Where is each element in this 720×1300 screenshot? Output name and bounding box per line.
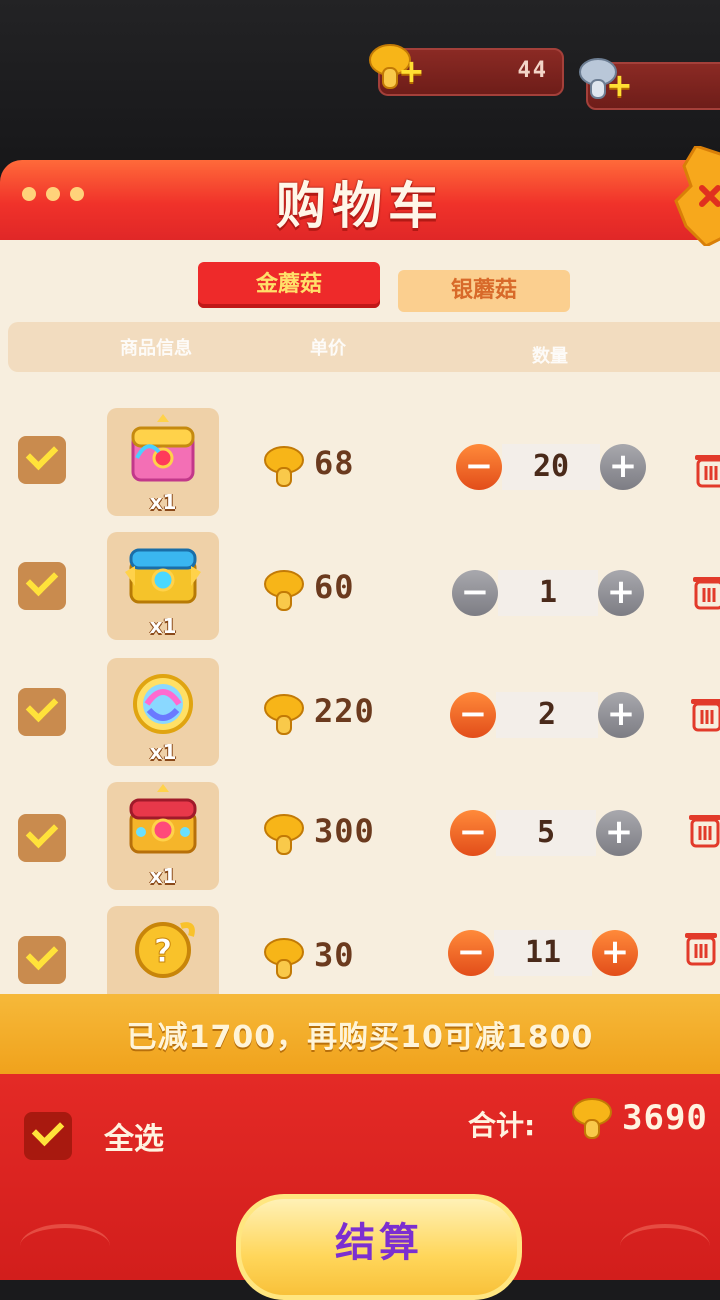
mystery-coin-icon: ? — [135, 922, 195, 978]
increase-button[interactable]: + — [592, 930, 638, 976]
gold-mushroom-icon — [572, 1098, 612, 1139]
decrease-button[interactable]: − — [450, 810, 496, 856]
close-icon[interactable] — [666, 146, 720, 246]
checkout-button[interactable]: 结算 — [236, 1194, 522, 1300]
increase-button[interactable]: + — [598, 692, 644, 738]
item-thumbnail: x1 — [107, 658, 219, 766]
discount-banner: 已减1700，再购买10可减1800 — [0, 994, 720, 1074]
quantity-stepper: − 11 + — [448, 930, 638, 976]
quantity-value[interactable]: 20 — [502, 444, 600, 490]
item-checkbox[interactable] — [18, 814, 66, 862]
decrease-button[interactable]: − — [448, 930, 494, 976]
gold-mushroom-icon — [264, 694, 304, 735]
pink-treasure-chest-icon — [131, 414, 195, 482]
item-checkbox[interactable] — [18, 936, 66, 984]
ruby-gold-chest-icon — [129, 784, 197, 854]
column-qty-label: 数量 — [532, 346, 568, 367]
item-thumbnail: x1 — [107, 408, 219, 516]
gold-blue-chest-icon — [125, 548, 201, 604]
add-gold-button[interactable]: + — [398, 55, 425, 87]
page-title: 购物车 — [276, 177, 444, 235]
gold-mushroom-icon — [264, 570, 304, 611]
wave-decoration — [620, 1224, 710, 1268]
panel-header: 购物车 — [0, 160, 720, 240]
rainbow-orb-icon — [133, 674, 193, 734]
cart-item-row: x1 68 − 20 + — [0, 406, 720, 516]
trash-icon[interactable] — [688, 810, 720, 848]
item-price: 30 — [314, 936, 355, 974]
column-info-label: 商品信息 — [120, 338, 192, 359]
quantity-value[interactable]: 2 — [496, 692, 598, 738]
gold-mushroom-icon — [264, 814, 304, 855]
checkout-label: 结算 — [335, 1220, 423, 1266]
item-checkbox[interactable] — [18, 562, 66, 610]
gold-currency-value: 44 — [517, 58, 548, 83]
gold-mushroom-icon — [264, 938, 304, 979]
item-thumbnail: x1 — [107, 532, 219, 640]
increase-button[interactable]: + — [596, 810, 642, 856]
quantity-value[interactable]: 11 — [494, 930, 592, 976]
tab-gold-mushroom[interactable]: 金蘑菇 — [198, 262, 380, 308]
total-value: 3690 — [622, 1098, 708, 1138]
select-all-label[interactable]: 全选 — [104, 1114, 164, 1158]
decrease-button[interactable]: − — [456, 444, 502, 490]
quantity-value[interactable]: 5 — [496, 810, 596, 856]
column-header: 商品信息 单价 数量 — [8, 322, 720, 372]
select-all-checkbox[interactable] — [24, 1112, 72, 1160]
cart-item-row: ? 30 − 11 + — [0, 904, 720, 994]
cart-item-row: x1 220 − 2 + — [0, 654, 720, 766]
quantity-stepper: − 2 + — [450, 692, 644, 738]
trash-icon[interactable] — [692, 572, 720, 610]
item-checkbox[interactable] — [18, 688, 66, 736]
item-badge: x1 — [149, 864, 177, 888]
increase-button[interactable]: + — [598, 570, 644, 616]
decrease-button[interactable]: − — [450, 692, 496, 738]
gold-mushroom-icon — [264, 446, 304, 487]
svg-text:?: ? — [154, 932, 173, 970]
tab-silver-mushroom[interactable]: 银蘑菇 — [398, 270, 570, 312]
quantity-stepper: − 20 + — [456, 444, 646, 490]
item-price: 300 — [314, 812, 375, 850]
trash-icon[interactable] — [694, 450, 720, 488]
item-thumbnail: x1 — [107, 782, 219, 890]
quantity-value[interactable]: 1 — [498, 570, 598, 616]
item-price: 68 — [314, 444, 355, 482]
wave-decoration — [20, 1224, 110, 1268]
item-badge: x1 — [149, 490, 177, 514]
item-price: 220 — [314, 692, 375, 730]
item-thumbnail: ? — [107, 906, 219, 994]
item-badge: x1 — [149, 740, 177, 764]
cart-footer: 全选 合计: 3690 结算 — [0, 1074, 720, 1300]
trash-icon[interactable] — [690, 694, 720, 732]
trash-icon[interactable] — [684, 928, 718, 966]
add-silver-button[interactable]: + — [606, 69, 633, 101]
item-badge: x1 — [149, 614, 177, 638]
total-label: 合计: — [468, 1109, 536, 1142]
column-price-label: 单价 — [310, 338, 346, 359]
quantity-stepper: − 5 + — [450, 810, 642, 856]
discount-text: 已减1700，再购买10可减1800 — [126, 1020, 594, 1055]
quantity-stepper: − 1 + — [452, 570, 644, 616]
increase-button[interactable]: + — [600, 444, 646, 490]
decrease-button[interactable]: − — [452, 570, 498, 616]
item-checkbox[interactable] — [18, 436, 66, 484]
cart-item-row: x1 300 − 5 + — [0, 780, 720, 890]
cart-item-row: x1 60 − 1 + — [0, 530, 720, 640]
item-price: 60 — [314, 568, 355, 606]
